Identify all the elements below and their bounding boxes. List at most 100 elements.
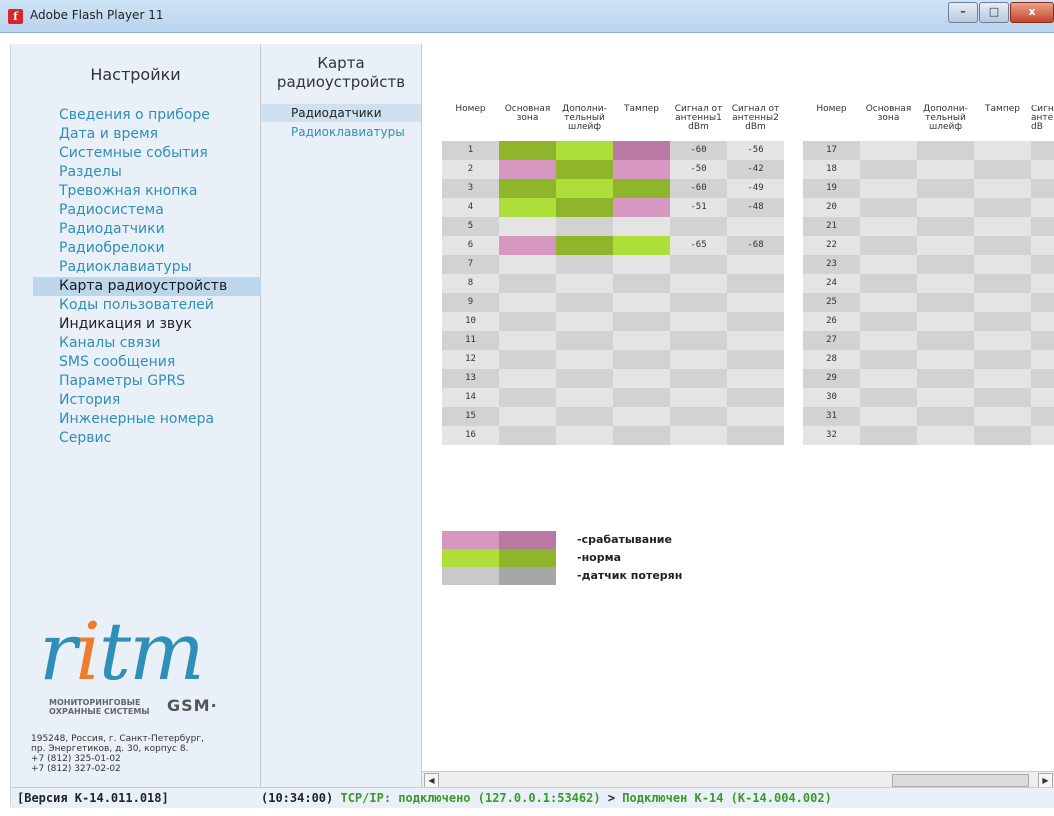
main-zone-cell [499, 255, 556, 274]
extra-loop-cell [917, 274, 974, 293]
main-zone-cell [860, 407, 917, 426]
settings-menu-item[interactable]: Параметры GPRS [59, 372, 282, 391]
settings-menu-item[interactable]: Карта радиоустройств [33, 277, 282, 296]
main-zone-cell [860, 141, 917, 160]
main-zone-cell [860, 350, 917, 369]
row-number-cell: 3 [442, 179, 499, 198]
row-number-cell: 15 [442, 407, 499, 426]
extra-loop-cell [556, 160, 613, 179]
submenu-item[interactable]: Радиоклавиатуры [261, 123, 421, 141]
scroll-left-arrow[interactable]: ◀ [424, 773, 439, 788]
main-zone-cell [860, 293, 917, 312]
tamper-cell [613, 388, 670, 407]
row-number-cell: 25 [803, 293, 860, 312]
main-zone-cell [860, 331, 917, 350]
logo-letter-i: i [75, 605, 101, 698]
signal1-cell [1031, 426, 1054, 445]
tamper-cell [974, 388, 1031, 407]
tamper-cell [974, 236, 1031, 255]
extra-loop-cell [556, 293, 613, 312]
main-zone-cell [860, 217, 917, 236]
main-zone-cell [499, 388, 556, 407]
settings-menu-item[interactable]: Радиодатчики [59, 220, 282, 239]
settings-menu-item[interactable]: Разделы [59, 163, 282, 182]
tamper-cell [613, 160, 670, 179]
settings-menu-item[interactable]: Инженерные номера [59, 410, 282, 429]
signal2-cell [727, 350, 784, 369]
tamper-cell [613, 312, 670, 331]
legend-swatch [442, 567, 499, 585]
tamper-cell [613, 350, 670, 369]
settings-menu-item[interactable]: История [59, 391, 282, 410]
close-button[interactable]: x [1010, 2, 1054, 23]
signal1-cell: -60 [670, 141, 727, 160]
signal1-cell [670, 331, 727, 350]
settings-menu-item[interactable]: Коды пользователей [59, 296, 282, 315]
extra-loop-cell [556, 179, 613, 198]
logo-subtitle-line2: ОХРАННЫЕ СИСТЕМЫ [49, 707, 150, 716]
logo-letter-t: t [98, 605, 131, 698]
extra-loop-cell [917, 407, 974, 426]
scroll-right-arrow[interactable]: ▶ [1038, 773, 1053, 788]
tamper-cell [974, 350, 1031, 369]
signal1-cell [670, 350, 727, 369]
status-device: Подключен К-14 (К-14.004.002) [622, 791, 832, 805]
extra-loop-cell [917, 426, 974, 445]
main-zone-cell [860, 236, 917, 255]
tamper-cell [613, 293, 670, 312]
maximize-button[interactable]: □ [979, 2, 1009, 23]
main-zone-cell [499, 160, 556, 179]
horizontal-scrollbar[interactable]: ◀ ▶ [422, 771, 1054, 788]
extra-loop-cell [917, 331, 974, 350]
settings-menu-item[interactable]: SMS сообщения [59, 353, 282, 372]
logo-wordmark: ritm [39, 612, 205, 692]
signal1-cell [670, 255, 727, 274]
tamper-cell [613, 236, 670, 255]
settings-menu-item[interactable]: Радиобрелоки [59, 239, 282, 258]
header-signal-cut-right: Сигна антен dB [1031, 105, 1054, 132]
submenu-panel: Карта радиоустройств Радиодатчики Радиокл… [261, 44, 422, 787]
settings-menu-item[interactable]: Сервис [59, 429, 282, 448]
row-number-cell: 22 [803, 236, 860, 255]
signal2-cell [727, 255, 784, 274]
settings-menu-item[interactable]: Каналы связи [59, 334, 282, 353]
row-number-cell: 1 [442, 141, 499, 160]
legend-label: -норма [577, 551, 622, 564]
signal1-cell [1031, 160, 1054, 179]
header-number: Номер [455, 104, 486, 114]
row-number-cell: 18 [803, 160, 860, 179]
settings-menu-item[interactable]: Тревожная кнопка [59, 182, 282, 201]
settings-menu-item[interactable]: Системные события [59, 144, 282, 163]
extra-loop-cell [556, 141, 613, 160]
row-number-cell: 19 [803, 179, 860, 198]
signal1-cell: -50 [670, 160, 727, 179]
signal1-cell [1031, 198, 1054, 217]
row-number-cell: 6 [442, 236, 499, 255]
submenu-title: Карта радиоустройств [261, 54, 421, 92]
settings-menu-item[interactable]: Радиоклавиатуры [59, 258, 282, 277]
signal1-cell [1031, 179, 1054, 198]
signal1-cell [670, 274, 727, 293]
row-number-cell: 23 [803, 255, 860, 274]
settings-menu-item[interactable]: Дата и время [59, 125, 282, 144]
signal2-cell [727, 369, 784, 388]
main-zone-cell [499, 407, 556, 426]
logo-letter-m: m [129, 605, 205, 698]
submenu-item[interactable]: Радиодатчики [261, 104, 421, 122]
minimize-button[interactable]: – [948, 2, 978, 23]
scroll-thumb[interactable] [892, 774, 1029, 787]
submenu-title-line2: радиоустройств [276, 73, 406, 91]
tamper-cell [613, 198, 670, 217]
settings-menu-item[interactable]: Сведения о приборе [59, 106, 282, 125]
settings-menu-item[interactable]: Радиосистема [59, 201, 282, 220]
tamper-cell [974, 293, 1031, 312]
tamper-cell [613, 331, 670, 350]
legend-label: -срабатывание [577, 533, 672, 546]
tamper-cell [613, 255, 670, 274]
row-number-cell: 20 [803, 198, 860, 217]
header-tamper: Тампер [624, 104, 659, 114]
legend-swatch [499, 549, 556, 567]
row-number-cell: 17 [803, 141, 860, 160]
settings-menu-item[interactable]: Индикация и звук [59, 315, 282, 334]
status-tcp: TCP/IP: подключено (127.0.0.1:53462) [340, 791, 601, 805]
